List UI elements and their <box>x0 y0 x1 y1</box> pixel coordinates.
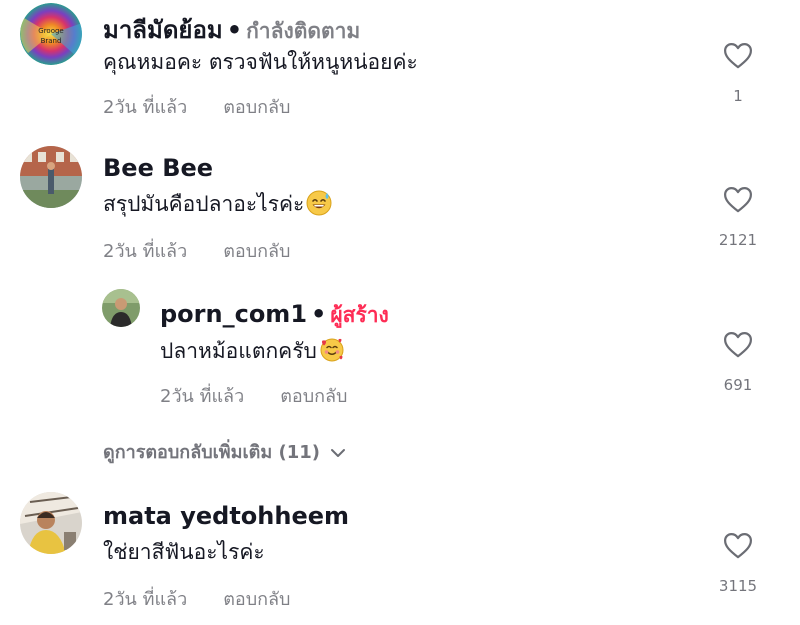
like-count: 2121 <box>718 231 758 249</box>
sweat-smile-emoji-icon <box>306 190 332 216</box>
comment-text-content: ปลาหม้อแตกครับ <box>160 339 317 363</box>
comment-text: สรุปมันคือปลาอะไรค่ะ <box>103 188 332 221</box>
avatar[interactable]: Grooge Brand <box>20 3 82 65</box>
chevron-down-icon <box>331 449 346 457</box>
comment-meta: 2วัน ที่แล้ว ตอบกลับ <box>160 381 347 410</box>
smiling-face-with-hearts-emoji-icon <box>320 338 344 362</box>
like-button[interactable]: 3115 <box>708 532 768 595</box>
like-button[interactable]: 691 <box>708 331 768 394</box>
view-more-replies-button[interactable]: ดูการตอบกลับเพิ่มเติม (11) <box>103 437 346 466</box>
like-count: 3115 <box>718 577 758 595</box>
svg-text:Brand: Brand <box>41 37 62 45</box>
separator-dot: • <box>311 300 327 328</box>
like-button[interactable]: 1 <box>708 42 768 105</box>
comment-text-content: สรุปมันคือปลาอะไรค่ะ <box>103 192 305 216</box>
heart-icon[interactable] <box>723 331 753 358</box>
avatar[interactable] <box>20 146 82 208</box>
avatar[interactable] <box>102 289 140 327</box>
timestamp: 2วัน ที่แล้ว <box>103 241 188 262</box>
heart-icon[interactable] <box>723 532 753 559</box>
username[interactable]: porn_com1 <box>160 300 307 328</box>
separator-dot: • <box>226 16 243 44</box>
reply-item: porn_com1 • ผู้สร้าง ปลาหม้อแตกครับ 2วัน ท… <box>0 285 800 415</box>
comment-item: mata yedtohheem ใช่ยาสีฟันอะไรค่ะ 2วัน ท… <box>0 488 800 623</box>
following-tag: กำลังติดตาม <box>246 19 361 43</box>
reply-button[interactable]: ตอบกลับ <box>223 241 290 262</box>
comment-header: mata yedtohheem <box>103 502 349 530</box>
heart-icon[interactable] <box>723 186 753 213</box>
avatar-logo-text: Grooge <box>38 27 63 35</box>
comment-header: Bee Bee <box>103 154 213 182</box>
like-count: 691 <box>723 376 753 394</box>
like-button[interactable]: 2121 <box>708 186 768 249</box>
heart-icon[interactable] <box>723 42 753 69</box>
comment-meta: 2วัน ที่แล้ว ตอบกลับ <box>103 92 290 121</box>
comment-text: คุณหมอคะ ตรวจฟันให้หนูหน่อยค่ะ <box>103 50 418 74</box>
timestamp: 2วัน ที่แล้ว <box>103 589 188 610</box>
comment-text: ปลาหม้อแตกครับ <box>160 335 345 368</box>
comment-meta: 2วัน ที่แล้ว ตอบกลับ <box>103 584 290 613</box>
username[interactable]: mata yedtohheem <box>103 502 349 530</box>
comment-item: Grooge Brand มาลีมัดย้อม • กำลังติดตาม คุณ… <box>0 0 800 130</box>
username[interactable]: Bee Bee <box>103 154 213 182</box>
comment-text: ใช่ยาสีฟันอะไรค่ะ <box>103 540 265 564</box>
username[interactable]: มาลีมัดย้อม <box>103 16 223 44</box>
creator-tag: ผู้สร้าง <box>330 303 389 327</box>
timestamp: 2วัน ที่แล้ว <box>103 97 188 118</box>
comment-meta: 2วัน ที่แล้ว ตอบกลับ <box>103 236 290 265</box>
reply-button[interactable]: ตอบกลับ <box>223 589 290 610</box>
avatar[interactable] <box>20 492 82 554</box>
comment-header: มาลีมัดย้อม • กำลังติดตาม <box>103 10 360 49</box>
view-more-label: ดูการตอบกลับเพิ่มเติม (11) <box>103 442 321 463</box>
reply-button[interactable]: ตอบกลับ <box>223 97 290 118</box>
like-count: 1 <box>733 87 743 105</box>
comment-header: porn_com1 • ผู้สร้าง <box>160 299 389 332</box>
comment-item: Bee Bee สรุปมันคือปลาอะไรค่ะ 2วัน ที่แล้… <box>0 140 800 270</box>
reply-button[interactable]: ตอบกลับ <box>280 386 347 407</box>
timestamp: 2วัน ที่แล้ว <box>160 386 245 407</box>
